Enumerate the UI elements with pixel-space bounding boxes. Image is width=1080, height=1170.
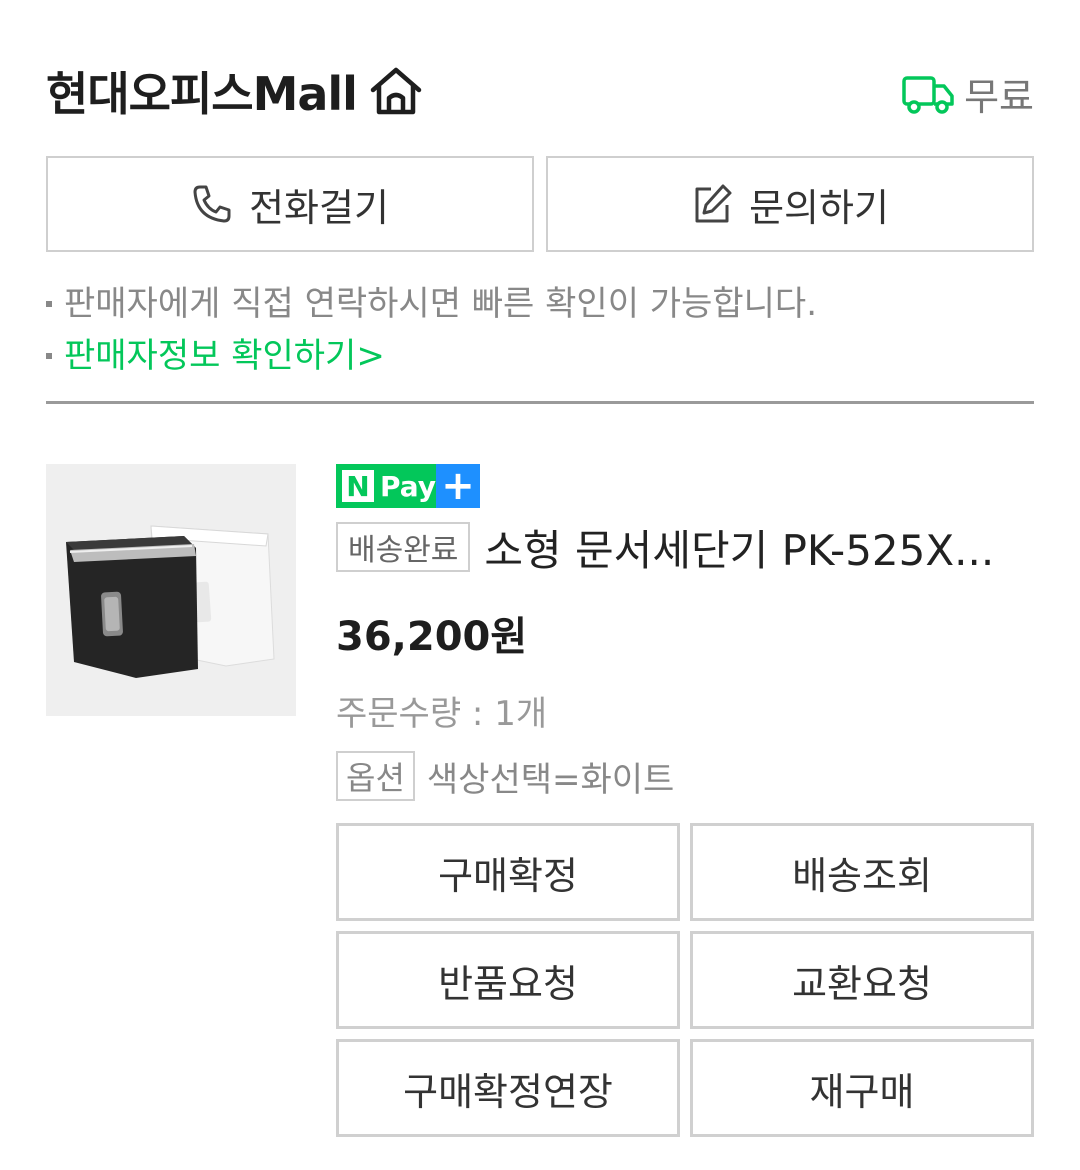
product-price: 36,200원	[336, 614, 528, 660]
truck-icon	[902, 75, 954, 114]
option-row: 옵션 색상선택=화이트	[336, 751, 1034, 801]
confirm-purchase-button[interactable]: 구매확정	[336, 823, 680, 921]
call-button[interactable]: 전화걸기	[46, 156, 534, 252]
npay-plus-badge: N Pay +	[336, 463, 480, 509]
store-name-label[interactable]: 현대오피스Mall	[46, 58, 358, 124]
contact-note-text: 판매자에게 직접 연락하시면 빠른 확인이 가능합니다.	[64, 284, 818, 324]
shipping-fee-label: 무료	[964, 75, 1034, 119]
option-badge: 옵션	[336, 751, 415, 801]
product-thumbnail[interactable]	[46, 464, 296, 716]
npay-n-logo: N	[336, 464, 380, 508]
store-header: 현대오피스Mall 무료	[46, 58, 1034, 122]
seller-info-link-text[interactable]: 판매자정보 확인하기>	[64, 330, 385, 382]
shipping-info: 무료	[902, 66, 1034, 121]
order-actions: 구매확정 배송조회 반품요청 교환요청 구매확정연장 재구매	[336, 823, 1034, 1137]
delivery-status-badge: 배송완료	[336, 522, 471, 572]
inquiry-button-label: 문의하기	[749, 185, 889, 230]
extend-confirmation-button[interactable]: 구매확정연장	[336, 1039, 680, 1137]
bullet	[46, 353, 52, 359]
order-quantity: 주문수량 : 1개	[336, 694, 548, 734]
phone-icon	[193, 185, 231, 223]
repurchase-button[interactable]: 재구매	[690, 1039, 1034, 1137]
call-button-label: 전화걸기	[249, 185, 389, 230]
product-name[interactable]: 소형 문서세단기 PK-525X...	[484, 517, 1024, 578]
shredder-image	[46, 464, 296, 716]
npay-pay-text: Pay	[380, 464, 436, 508]
edit-icon	[695, 184, 732, 223]
bullet	[46, 301, 52, 307]
inquiry-button[interactable]: 문의하기	[546, 156, 1034, 252]
seller-notes: 판매자에게 직접 연락하시면 빠른 확인이 가능합니다. 판매자정보 확인하기>	[46, 278, 1034, 382]
order-item-info: N Pay + 배송완료 소형 문서세단기 PK-525X... 36,200원…	[336, 463, 1034, 801]
npay-n-text: N	[342, 470, 374, 503]
section-divider	[46, 401, 1034, 404]
return-request-button[interactable]: 반품요청	[336, 931, 680, 1029]
contact-buttons: 전화걸기 문의하기	[46, 156, 1034, 252]
exchange-request-button[interactable]: 교환요청	[690, 931, 1034, 1029]
product-title-row: 배송완료 소형 문서세단기 PK-525X...	[336, 520, 1034, 575]
track-delivery-button[interactable]: 배송조회	[690, 823, 1034, 921]
seller-info-link[interactable]: 판매자정보 확인하기>	[46, 330, 1034, 382]
option-value: 색상선택=화이트	[426, 759, 675, 800]
home-icon[interactable]	[369, 66, 423, 116]
contact-note: 판매자에게 직접 연락하시면 빠른 확인이 가능합니다.	[46, 278, 1034, 330]
store-name[interactable]: 현대오피스Mall	[46, 58, 423, 124]
npay-plus-text: +	[436, 463, 480, 509]
